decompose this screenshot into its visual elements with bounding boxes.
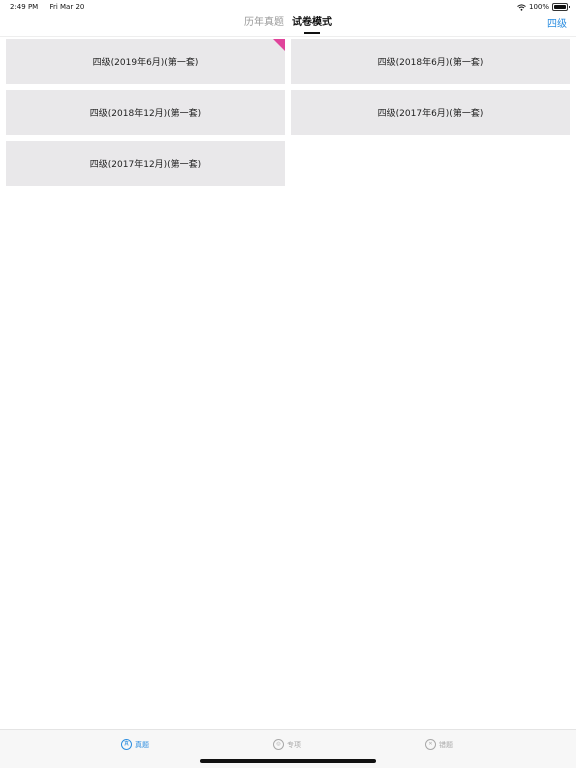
tab-wrong-questions[interactable]: ✕ 错题	[425, 739, 453, 750]
wifi-icon	[517, 3, 526, 11]
tab-real-exams[interactable]: 真 真题	[121, 739, 149, 750]
paper-card[interactable]: 四级(2018年6月)(第一套)	[291, 39, 570, 84]
paper-title: 四级(2018年12月)(第一套)	[89, 109, 202, 119]
book-icon: 真	[121, 739, 132, 750]
paper-title: 四级(2017年12月)(第一套)	[89, 160, 202, 170]
battery-icon	[552, 3, 570, 11]
target-icon: ◎	[273, 739, 284, 750]
status-date: Fri Mar 20	[49, 3, 85, 11]
tab-paper-mode[interactable]: 试卷模式	[292, 14, 332, 36]
paper-title: 四级(2018年6月)(第一套)	[377, 58, 484, 68]
wrong-icon: ✕	[425, 739, 436, 750]
tab-special-practice[interactable]: ◎ 专项	[273, 739, 301, 750]
paper-card[interactable]: 四级(2018年12月)(第一套)	[6, 90, 285, 135]
tab-past-exams[interactable]: 历年真题	[244, 14, 284, 36]
paper-card[interactable]: 四级(2017年12月)(第一套)	[6, 141, 285, 186]
bottom-tab-bar: 真 真题 ◎ 专项 ✕ 错题	[0, 729, 576, 768]
paper-title: 四级(2017年6月)(第一套)	[377, 109, 484, 119]
new-badge-icon	[273, 39, 285, 51]
status-bar: 2:49 PM Fri Mar 20 100%	[0, 0, 576, 14]
paper-card[interactable]: 四级(2019年6月)(第一套)	[6, 39, 285, 84]
top-nav: 历年真题 试卷模式 四级	[0, 14, 576, 37]
level-selector[interactable]: 四级	[547, 16, 567, 34]
home-indicator[interactable]	[200, 759, 376, 763]
paper-grid: 四级(2019年6月)(第一套) 四级(2018年6月)(第一套) 四级(201…	[6, 39, 570, 186]
tab-label: 错题	[439, 740, 453, 749]
status-time: 2:49 PM	[10, 3, 39, 11]
tab-label: 真题	[135, 740, 149, 749]
paper-title: 四级(2019年6月)(第一套)	[92, 58, 199, 68]
mode-tabs: 历年真题 试卷模式	[0, 14, 576, 36]
paper-card[interactable]: 四级(2017年6月)(第一套)	[291, 90, 570, 135]
screen: 2:49 PM Fri Mar 20 100% 历年真题 试卷模式 四级 四级(…	[0, 0, 576, 768]
header-divider	[0, 36, 576, 37]
battery-percent: 100%	[528, 3, 549, 11]
tab-label: 专项	[287, 740, 301, 749]
